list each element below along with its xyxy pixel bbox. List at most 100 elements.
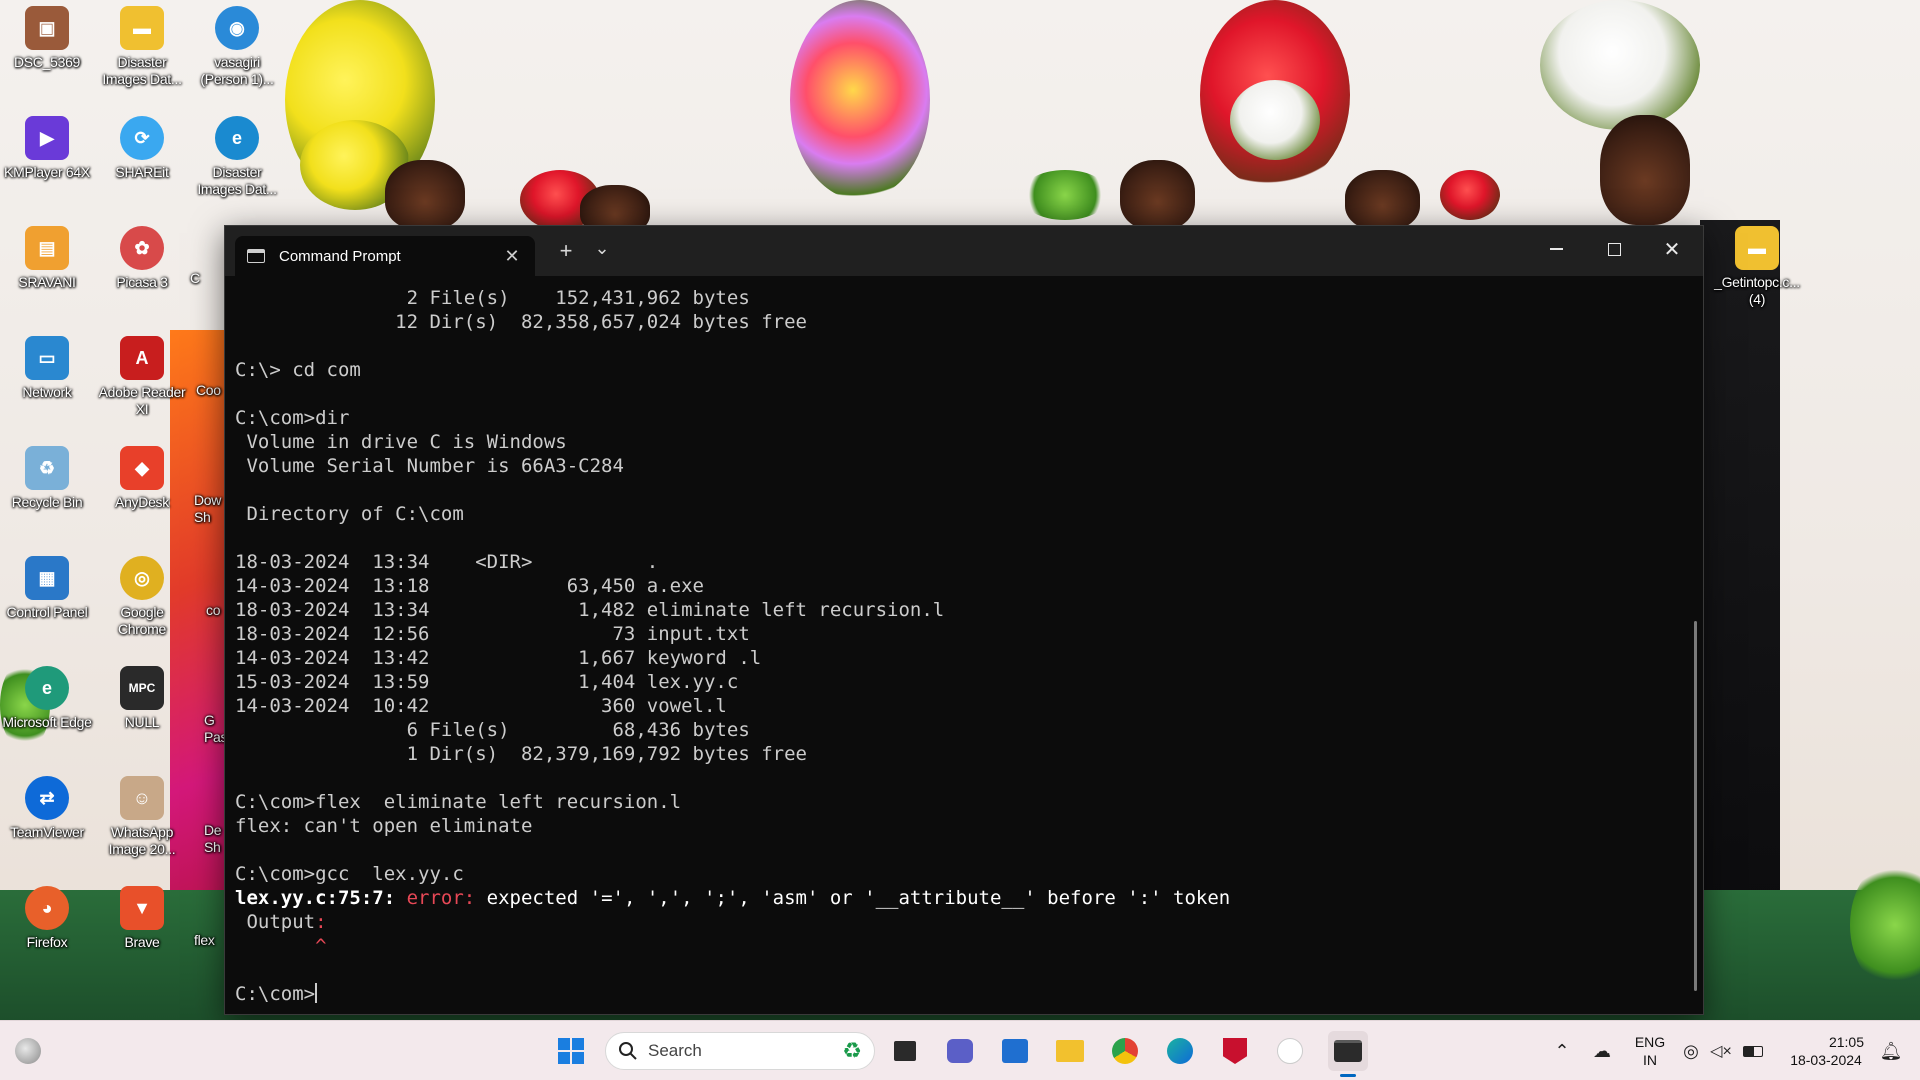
folder-icon: ▬ xyxy=(1735,226,1779,270)
remote-app-icon[interactable] xyxy=(1270,1031,1310,1071)
error-location: lex.yy.c:75:7: xyxy=(235,887,407,909)
desktop-icon-label: WhatsApp Image 20... xyxy=(108,824,176,857)
mpc-player-icon: MPC xyxy=(120,666,164,710)
notification-bell-icon[interactable]: 🔔︎ xyxy=(1876,1031,1906,1071)
terminal-taskbar-icon[interactable] xyxy=(1328,1031,1368,1071)
console-line: 12 Dir(s) 82,358,657,024 bytes free xyxy=(235,311,807,333)
close-tab-icon[interactable]: ✕ xyxy=(501,246,523,267)
desktop-icon-firefox[interactable]: ◕ Firefox xyxy=(2,886,92,951)
desktop-icon-partial[interactable]: Dow Sh xyxy=(194,492,228,526)
error-keyword: error: xyxy=(406,887,476,909)
desktop-icon-disaster-images-edge[interactable]: e Disaster Images Dat... xyxy=(192,116,282,198)
volume-muted-icon[interactable]: ◁× xyxy=(1706,1031,1736,1071)
desktop-icon-getintopc-folder[interactable]: ▬ _Getintopc.c... (4) xyxy=(1712,226,1802,308)
shareit-icon: ⟳ xyxy=(120,116,164,160)
desktop-icon-dsc-5369[interactable]: ▣ DSC_5369 xyxy=(2,6,92,71)
tab-dropdown-chevron-icon[interactable]: ⌄ xyxy=(587,236,617,266)
microsoft-store-icon[interactable] xyxy=(995,1031,1035,1071)
network-globe-icon[interactable]: ◎ xyxy=(1676,1031,1706,1071)
desktop-icon-label: Disaster Images Dat... xyxy=(102,54,182,87)
start-button[interactable] xyxy=(551,1031,591,1071)
teams-chat-icon[interactable] xyxy=(940,1031,980,1071)
network-icon: ▭ xyxy=(25,336,69,380)
console-line: Volume in drive C is Windows xyxy=(235,431,567,453)
desktop-icon-disaster-images-folder[interactable]: ▬ Disaster Images Dat... xyxy=(97,6,187,88)
image-file-icon: ▤ xyxy=(25,226,69,270)
desktop-icon-whatsapp-image[interactable]: ☺ WhatsApp Image 20... xyxy=(97,776,187,858)
console-output[interactable]: 2 File(s) 152,431,962 bytes 12 Dir(s) 82… xyxy=(235,286,1675,1006)
tab-command-prompt[interactable]: Command Prompt ✕ xyxy=(235,236,535,276)
edge-icon[interactable] xyxy=(1160,1031,1200,1071)
prompt-line[interactable]: C:\com> xyxy=(235,982,1675,1006)
show-hidden-icons-chevron-icon[interactable]: ⌃ xyxy=(1542,1031,1582,1071)
error-message: expected '=', ',', ';', 'asm' or '__attr… xyxy=(475,887,1231,909)
desktop-icon-recycle-bin[interactable]: ♻ Recycle Bin xyxy=(2,446,92,511)
chrome-icon: ◎ xyxy=(120,556,164,600)
vertical-scrollbar[interactable] xyxy=(1694,621,1697,991)
chrome-profile-icon: ◉ xyxy=(215,6,259,50)
source-snippet: Output xyxy=(235,911,316,933)
desktop-icon-partial[interactable]: flex xyxy=(194,932,224,949)
desktop-icon-microsoft-edge[interactable]: e Microsoft Edge xyxy=(2,666,92,731)
recycle-highlight-icon: ♻ xyxy=(842,1038,862,1063)
desktop-icon-network[interactable]: ▭ Network xyxy=(2,336,92,401)
console-line: 18-03-2024 13:34 1,482 eliminate left re… xyxy=(235,599,945,621)
error-colon: : xyxy=(315,911,327,933)
desktop-icon-null[interactable]: MPC NULL xyxy=(97,666,187,731)
desktop-icon-vasagiri-person[interactable]: ◉ vasagiri (Person 1)... xyxy=(192,6,282,88)
taskbar-search[interactable]: Search ♻ xyxy=(605,1032,875,1070)
minimize-button[interactable] xyxy=(1527,226,1585,272)
desktop-icon-label: DSC_5369 xyxy=(13,54,81,70)
title-bar[interactable]: Command Prompt ✕ + ⌄ ✕ xyxy=(225,226,1703,276)
tab-title: Command Prompt xyxy=(279,247,401,265)
desktop-icon-google-chrome[interactable]: ◎ Google Chrome xyxy=(97,556,187,638)
desktop-icon-label: _Getintopc.c... (4) xyxy=(1714,274,1800,307)
error-caret-line: ^ xyxy=(235,935,327,957)
picasa-icon: ✿ xyxy=(120,226,164,270)
console-line: 18-03-2024 12:56 73 input.txt xyxy=(235,623,750,645)
desktop-icon-kmplayer[interactable]: ▶ KMPlayer 64X xyxy=(2,116,92,181)
image-file-icon: ▣ xyxy=(25,6,69,50)
desktop-icon-sravani[interactable]: ▤ SRAVANI xyxy=(2,226,92,291)
desktop-icon-control-panel[interactable]: ▦ Control Panel xyxy=(2,556,92,621)
taskbar: Search ♻ ⌃ ☁ ENG IN ◎ ◁× 21:05 18-03-202… xyxy=(0,1020,1920,1080)
desktop-icon-label: Dow Sh xyxy=(194,492,222,525)
teamviewer-icon: ⇄ xyxy=(25,776,69,820)
mcafee-icon[interactable] xyxy=(1215,1031,1255,1071)
maximize-button[interactable] xyxy=(1585,226,1643,272)
weather-widget-icon[interactable] xyxy=(8,1031,48,1071)
control-panel-icon: ▦ xyxy=(25,556,69,600)
desktop-icon-teamviewer[interactable]: ⇄ TeamViewer xyxy=(2,776,92,841)
desktop-icon-label: TeamViewer xyxy=(10,824,84,840)
desktop-icon-adobe-reader[interactable]: A Adobe Reader XI xyxy=(97,336,187,418)
file-explorer-icon[interactable] xyxy=(1050,1031,1090,1071)
compiler-error-line: lex.yy.c:75:7: error: expected '=', ',',… xyxy=(235,886,1675,910)
battery-icon[interactable] xyxy=(1738,1031,1768,1071)
desktop-icon-shareit[interactable]: ⟳ SHAREit xyxy=(97,116,187,181)
desktop-icon-label: Control Panel xyxy=(6,604,88,620)
console-line: 2 File(s) 152,431,962 bytes xyxy=(235,287,750,309)
search-placeholder: Search xyxy=(648,1041,702,1060)
desktop-icon-anydesk[interactable]: ◆ AnyDesk xyxy=(97,446,187,511)
desktop-icon-picasa[interactable]: ✿ Picasa 3 xyxy=(97,226,187,291)
console-line: C:\com>gcc lex.yy.c xyxy=(235,863,464,885)
console-line: Directory of C:\com xyxy=(235,503,464,525)
chrome-icon[interactable] xyxy=(1105,1031,1145,1071)
console-line: 1 Dir(s) 82,379,169,792 bytes free xyxy=(235,743,807,765)
console-line: 14-03-2024 13:42 1,667 keyword .l xyxy=(235,647,762,669)
task-view-icon[interactable] xyxy=(885,1031,925,1071)
close-window-button[interactable]: ✕ xyxy=(1643,226,1701,272)
command-prompt-window[interactable]: Command Prompt ✕ + ⌄ ✕ 2 File(s) 152,431… xyxy=(224,225,1704,1015)
onedrive-icon[interactable]: ☁ xyxy=(1582,1031,1622,1071)
new-tab-button[interactable]: + xyxy=(549,236,583,266)
desktop-icon-brave[interactable]: ▼ Brave xyxy=(97,886,187,951)
console-line: C:\com>flex eliminate left recursion.l xyxy=(235,791,682,813)
image-file-icon: ☺ xyxy=(120,776,164,820)
console-line: C:\> cd com xyxy=(235,359,361,381)
language-indicator[interactable]: ENG IN xyxy=(1628,1033,1672,1069)
clock[interactable]: 21:05 18-03-2024 xyxy=(1776,1033,1876,1069)
